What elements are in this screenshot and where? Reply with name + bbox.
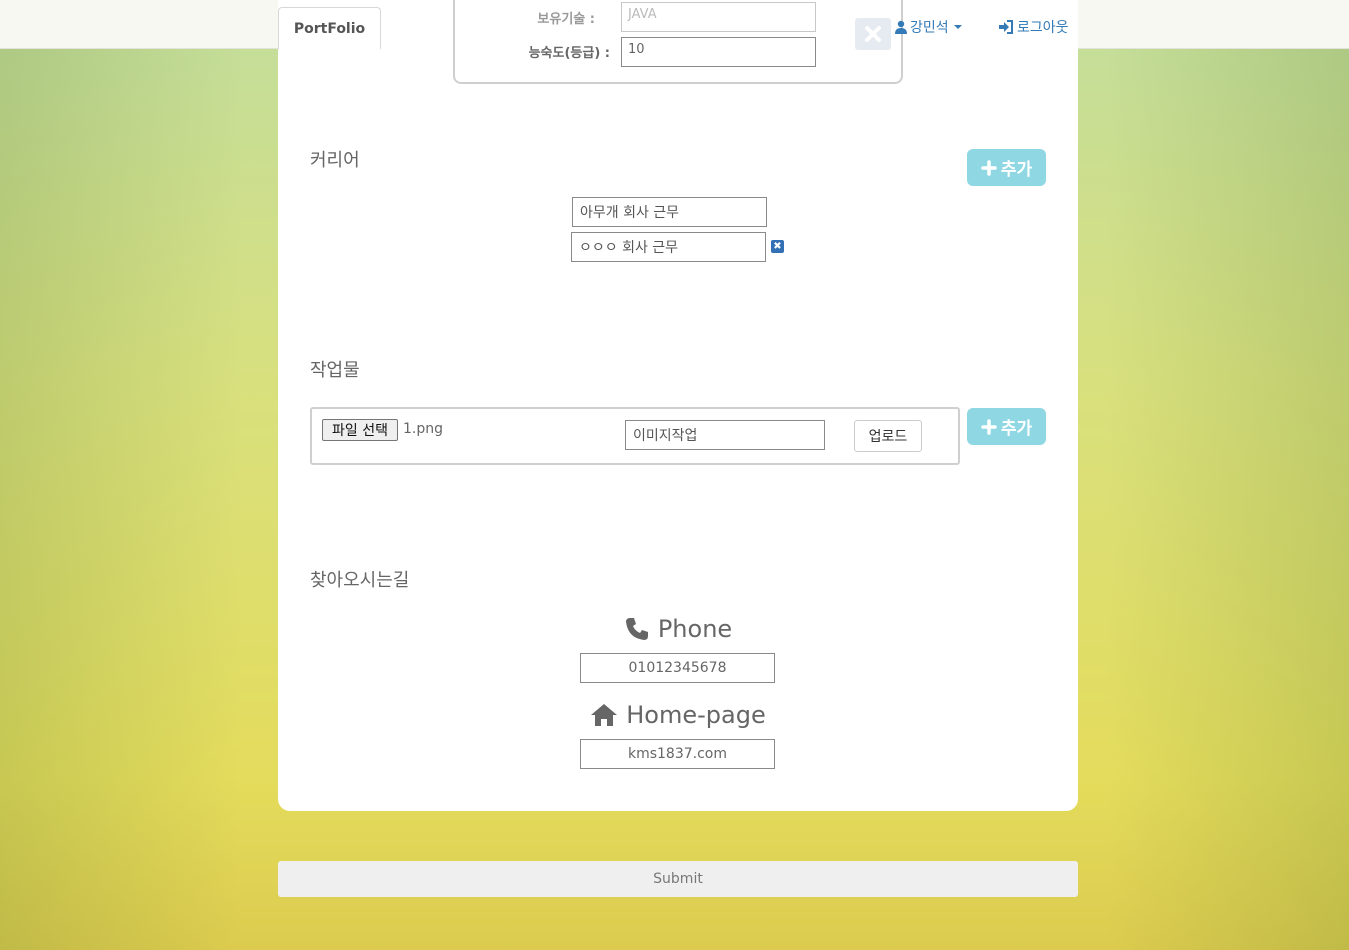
- logout-link[interactable]: 로그아웃: [998, 17, 1069, 37]
- remove-icon: ✖: [773, 240, 782, 252]
- homepage-label: Home-page: [626, 701, 766, 729]
- remove-career-button[interactable]: ✖: [771, 240, 784, 253]
- submit-button[interactable]: Submit: [278, 861, 1078, 897]
- level-input[interactable]: 10: [621, 37, 816, 67]
- user-icon: [895, 20, 907, 34]
- phone-heading: Phone: [478, 615, 878, 643]
- level-label: 능숙도(등급) :: [528, 46, 610, 61]
- career-input[interactable]: ㅇㅇㅇ 회사 근무: [571, 232, 766, 262]
- close-icon: [865, 26, 881, 42]
- file-name: 1.png: [403, 421, 444, 437]
- add-work-button[interactable]: 추가: [967, 408, 1046, 445]
- homepage-heading: Home-page: [478, 701, 878, 729]
- portfolio-card: [278, 0, 1078, 811]
- phone-value: 01012345678: [580, 653, 775, 683]
- plus-icon: [981, 418, 997, 435]
- career-title: 커리어: [310, 150, 360, 171]
- user-menu[interactable]: 강민석: [894, 17, 965, 37]
- file-choose-button[interactable]: 파일 선택: [322, 419, 398, 441]
- add-work-label: 추가: [1000, 419, 1033, 439]
- career-input[interactable]: 아무개 회사 근무: [572, 197, 767, 227]
- logout-label: 로그아웃: [1017, 20, 1069, 36]
- caret-down-icon: [953, 25, 962, 29]
- user-name: 강민석: [910, 20, 949, 36]
- work-description-input[interactable]: 이미지작업: [625, 420, 825, 450]
- skill-input[interactable]: JAVA: [621, 2, 816, 32]
- add-career-button[interactable]: 추가: [967, 149, 1046, 186]
- upload-button[interactable]: 업로드: [854, 420, 922, 452]
- skill-label: 보유기술 :: [537, 12, 595, 27]
- directions-title: 찾아오시는길: [310, 570, 410, 591]
- add-career-label: 추가: [1000, 160, 1033, 180]
- phone-label: Phone: [657, 615, 733, 643]
- phone-icon: [625, 618, 648, 640]
- home-icon: [591, 704, 618, 726]
- close-button[interactable]: [855, 18, 891, 50]
- brand-tab[interactable]: PortFolio: [278, 7, 381, 49]
- plus-icon: [981, 159, 997, 176]
- logout-icon: [999, 20, 1013, 34]
- works-title: 작업물: [310, 360, 360, 381]
- homepage-value: kms1837.com: [580, 739, 775, 769]
